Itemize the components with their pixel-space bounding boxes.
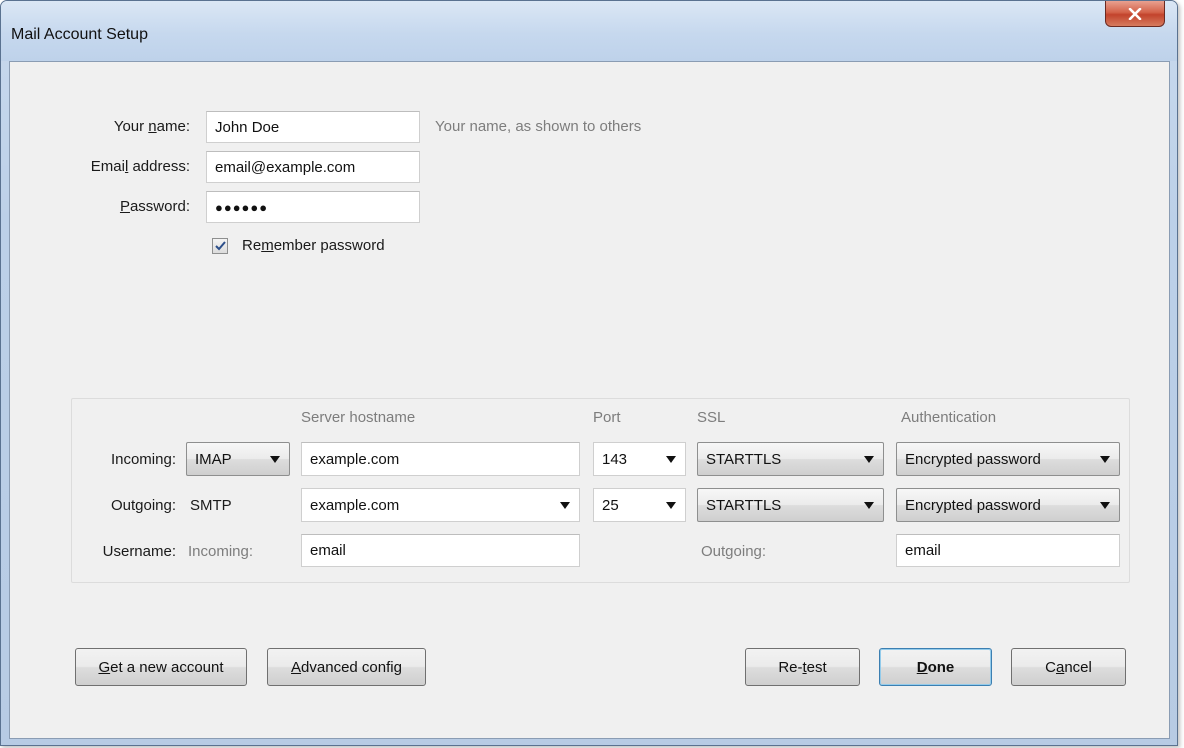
name-input[interactable]: John Doe — [206, 111, 420, 143]
cancel-button[interactable]: Ca ncel — [1011, 648, 1126, 686]
retest-button[interactable]: Re-t est — [745, 648, 860, 686]
outgoing-auth-value: Encrypted password — [905, 496, 1041, 514]
outgoing-label: Outgoing: — [110, 497, 176, 514]
remember-password-label[interactable]: Remember password — [242, 237, 385, 254]
header-port: Port — [593, 409, 621, 426]
get-new-account-button[interactable]: Get a new account — [75, 648, 247, 686]
outgoing-hostname-value: example.com — [310, 496, 400, 514]
checkmark-icon — [214, 241, 226, 251]
password-input[interactable]: ●●●●●● — [206, 191, 420, 223]
outgoing-ssl-value: STARTTLS — [706, 496, 782, 514]
incoming-port-value: 143 — [602, 450, 628, 468]
outgoing-port-value: 25 — [602, 496, 619, 514]
incoming-ssl-value: STARTTLS — [706, 450, 782, 468]
outgoing-hostname-combo[interactable]: example.com — [301, 488, 580, 522]
chevron-down-icon — [666, 502, 676, 509]
chevron-down-icon — [864, 502, 874, 509]
email-input[interactable]: email@example.com — [206, 151, 420, 183]
incoming-auth-select[interactable]: Encrypted password — [896, 442, 1120, 476]
outgoing-auth-select[interactable]: Encrypted password — [896, 488, 1120, 522]
close-button[interactable] — [1105, 1, 1165, 27]
done-button[interactable]: Done — [879, 648, 992, 686]
outgoing-port-combo[interactable]: 25 — [593, 488, 686, 522]
incoming-auth-value: Encrypted password — [905, 450, 1041, 468]
chevron-down-icon — [560, 502, 570, 509]
dialog-content: Your name: John Doe Your name, as shown … — [9, 61, 1170, 739]
window-title: Mail Account Setup — [11, 26, 148, 43]
header-ssl: SSL — [697, 409, 726, 426]
username-label: Username: — [102, 543, 176, 560]
chevron-down-icon — [666, 456, 676, 463]
email-label: Email address: — [90, 158, 190, 175]
outgoing-ssl-select[interactable]: STARTTLS — [697, 488, 884, 522]
name-label: Your name: — [113, 118, 190, 135]
mail-account-setup-window: Mail Account Setup Your name: John Doe Y… — [0, 0, 1178, 746]
incoming-label: Incoming: — [110, 451, 176, 468]
name-hint: Your name, as shown to others — [435, 118, 642, 135]
chevron-down-icon — [864, 456, 874, 463]
password-label: Password: — [119, 198, 190, 215]
chevron-down-icon — [270, 456, 280, 463]
incoming-port-combo[interactable]: 143 — [593, 442, 686, 476]
username-incoming-label: Incoming: — [188, 543, 254, 560]
server-settings-panel: Server hostname Port SSL Authentication … — [71, 398, 1130, 583]
remember-password-checkbox[interactable] — [212, 238, 228, 254]
header-server-hostname: Server hostname — [301, 409, 416, 426]
title-bar: Mail Account Setup — [1, 1, 1177, 61]
incoming-protocol-value: IMAP — [195, 450, 232, 468]
username-incoming-input[interactable]: email — [301, 534, 580, 567]
advanced-config-button[interactable]: Advanced config — [267, 648, 426, 686]
incoming-protocol-select[interactable]: IMAP — [186, 442, 290, 476]
username-outgoing-label: Outgoing: — [701, 543, 767, 560]
username-outgoing-input[interactable]: email — [896, 534, 1120, 567]
close-icon — [1128, 7, 1142, 20]
incoming-hostname-input[interactable]: example.com — [301, 442, 580, 476]
header-authentication: Authentication — [901, 409, 997, 426]
incoming-ssl-select[interactable]: STARTTLS — [697, 442, 884, 476]
chevron-down-icon — [1100, 456, 1110, 463]
chevron-down-icon — [1100, 502, 1110, 509]
outgoing-protocol: SMTP — [190, 497, 232, 514]
